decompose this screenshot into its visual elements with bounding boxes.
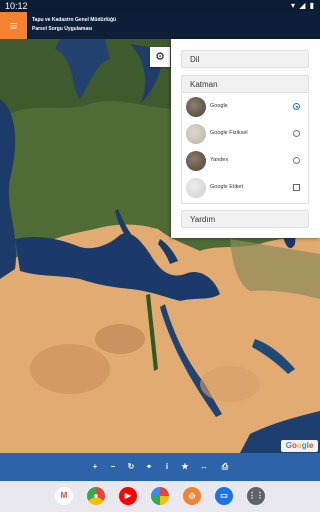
gear-icon: ⚙	[155, 51, 165, 63]
youtube-icon[interactable]: ▶	[119, 487, 137, 505]
menu-button[interactable]: ≡	[0, 12, 27, 39]
layer-label: Yandex	[210, 157, 229, 163]
messages-icon[interactable]: ▭	[215, 487, 233, 505]
layer-checkbox-google-label[interactable]	[293, 184, 300, 191]
measure-icon[interactable]: ↔	[198, 461, 210, 473]
app-dock: M ● ▶ ◎ ▭ ⋮⋮	[0, 481, 320, 512]
settings-panel: Dil Katman Google Google Fiziksel Yandex…	[171, 39, 320, 238]
layer-radio-google-physical[interactable]	[293, 130, 300, 137]
layer-section[interactable]: Katman	[181, 75, 309, 93]
star-icon[interactable]: ★	[179, 461, 191, 473]
layer-label: Google Fiziksel	[210, 130, 248, 136]
google-label-thumbnail	[186, 178, 206, 198]
layer-radio-yandex[interactable]	[293, 157, 300, 164]
layer-label: Google Etiket	[210, 184, 244, 190]
hamburger-icon: ≡	[9, 18, 18, 33]
print-icon[interactable]: ⎙	[219, 461, 231, 473]
layer-row-google-physical[interactable]: Google Fiziksel	[182, 121, 310, 147]
google-physical-thumbnail	[186, 124, 206, 144]
app-title-line2: Parsel Sorgu Uygulaması	[32, 26, 93, 32]
app-drawer-icon[interactable]: ⋮⋮	[247, 487, 265, 505]
layer-row-google[interactable]: Google	[182, 94, 310, 120]
status-bar: 10:12 ▾ ◢ ▮	[0, 0, 320, 12]
map-toolbar: + − ↻ ⌖ i ★ ↔ ⎙	[0, 453, 320, 481]
wifi-icon: ▾	[290, 1, 296, 10]
app-icon[interactable]: ◎	[183, 487, 201, 505]
zoom-out-icon[interactable]: −	[107, 461, 119, 473]
layer-radio-google[interactable]	[293, 103, 300, 110]
layer-list: Google Google Fiziksel Yandex Google Eti…	[181, 93, 309, 204]
google-thumbnail	[186, 97, 206, 117]
battery-icon: ▮	[309, 1, 315, 10]
photos-icon[interactable]	[151, 487, 169, 505]
zoom-in-icon[interactable]: +	[89, 461, 101, 473]
help-section[interactable]: Yardım	[181, 210, 309, 228]
refresh-icon[interactable]: ↻	[125, 461, 137, 473]
chrome-icon[interactable]: ●	[87, 487, 105, 505]
layer-label: Google	[210, 103, 228, 109]
status-time: 10:12	[5, 1, 28, 11]
locate-icon[interactable]: ⌖	[143, 461, 155, 473]
yandex-thumbnail	[186, 151, 206, 171]
google-attribution: Google	[281, 440, 318, 452]
language-section[interactable]: Dil	[181, 50, 309, 68]
layer-row-google-label[interactable]: Google Etiket	[182, 175, 310, 201]
gmail-icon[interactable]: M	[55, 487, 73, 505]
settings-button[interactable]: ⚙	[150, 47, 170, 67]
app-title-line1: Tapu ve Kadastro Genel Müdürlüğü	[32, 17, 117, 23]
app-header: ≡ Tapu ve Kadastro Genel Müdürlüğü Parse…	[0, 12, 320, 39]
layer-row-yandex[interactable]: Yandex	[182, 148, 310, 174]
signal-icon: ◢	[299, 1, 307, 10]
app-title: Tapu ve Kadastro Genel Müdürlüğü Parsel …	[32, 16, 116, 34]
status-icons: ▾ ◢ ▮	[291, 1, 315, 10]
info-icon[interactable]: i	[161, 461, 173, 473]
